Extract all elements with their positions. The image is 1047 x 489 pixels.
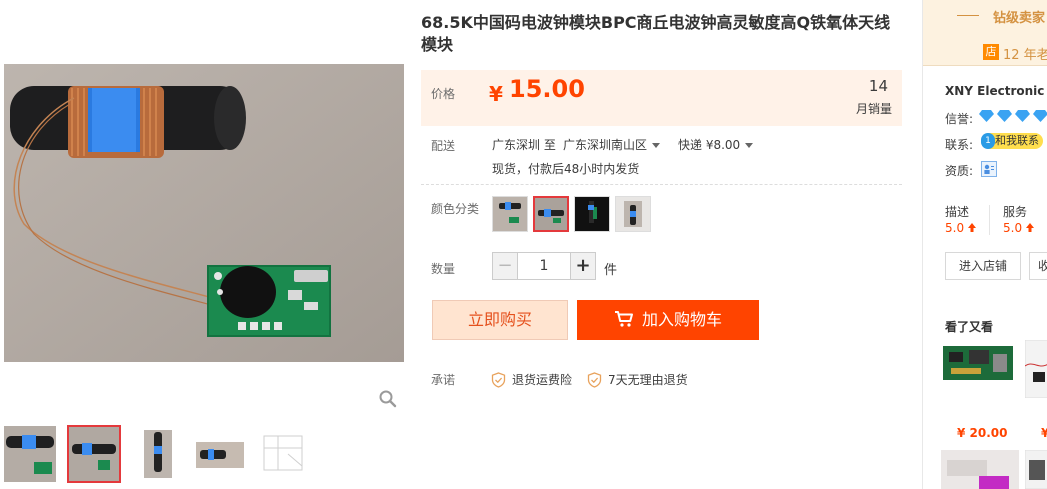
quantity-unit: 件: [604, 263, 618, 278]
shipping-origin: 广东深圳 至: [492, 138, 556, 152]
thumbnail-2[interactable]: [67, 425, 121, 483]
shield-check-icon: [491, 371, 506, 388]
shop-years: 12 年老: [1003, 48, 1047, 63]
contact-label: 联系:: [945, 138, 974, 152]
cart-icon: [614, 310, 633, 327]
arrow-up-icon: [1025, 223, 1034, 232]
score-value-service-text: 5.0: [1003, 221, 1023, 235]
qualification-label: 资质:: [945, 164, 974, 178]
chevron-down-icon: [745, 143, 754, 148]
chat-icon: 1: [981, 133, 995, 149]
contact-seller-button[interactable]: 1 和我联系: [981, 133, 1043, 149]
contact-seller-label: 和我联系: [995, 134, 1039, 147]
shipping-note: 现货，付款后48小时内发货: [492, 162, 640, 176]
see-also-heading: 看了又看: [945, 320, 994, 334]
credit-label: 信誉:: [945, 112, 974, 126]
promise-7day-return-text: 7天无理由退货: [608, 373, 688, 387]
quantity-label: 数量: [431, 262, 456, 276]
quantity-stepper: − 1 +: [492, 252, 596, 280]
recommended-item-image[interactable]: [941, 450, 1019, 489]
monthly-sales-count: 14: [868, 77, 888, 95]
credit-diamonds: [979, 110, 1047, 125]
add-to-cart-label: 加入购物车: [641, 310, 722, 329]
score-value-service: 5.0: [1003, 221, 1034, 235]
recommended-item-price: ¥ 20.00: [957, 426, 1008, 440]
buy-now-button[interactable]: 立即购买: [432, 300, 568, 340]
thumbnail-1[interactable]: [4, 426, 56, 482]
shipping-label: 配送: [431, 139, 456, 153]
promise-freight-insurance-text: 退货运费险: [512, 373, 573, 387]
shipping-method-text: 快递 ¥8.00: [678, 138, 741, 152]
score-value-desc: 5.0: [945, 221, 976, 235]
diamond-rating-icon: [979, 110, 1047, 122]
promise-7day-return[interactable]: 7天无理由退货: [587, 371, 688, 389]
price-label: 价格: [431, 87, 456, 101]
recommended-item-image[interactable]: [1025, 340, 1047, 398]
divider: [989, 205, 990, 235]
store-badge: 店: [983, 44, 999, 60]
recommended-item-price: ¥: [1041, 426, 1047, 440]
chevron-down-icon: [652, 143, 661, 148]
recommended-item-image[interactable]: [1025, 450, 1047, 489]
zoom-icon[interactable]: [378, 389, 398, 409]
add-to-cart-button[interactable]: 加入购物车: [577, 300, 759, 340]
shop-header: 钻级卖家 店 12 年老: [923, 0, 1047, 66]
score-label-desc: 描述: [945, 205, 970, 219]
color-option-2[interactable]: [533, 196, 569, 232]
collect-shop-button[interactable]: 收: [1029, 252, 1047, 280]
price-value: 15.00: [509, 75, 585, 103]
product-title: 68.5K中国码电波钟模块BPC商丘电波钟高灵敏度高Q铁氧体天线模块: [421, 13, 891, 54]
seller-rank: 钻级卖家: [993, 11, 1046, 26]
score-label-service: 服务: [1003, 205, 1028, 219]
arrow-up-icon: [967, 223, 976, 232]
qualification-icon[interactable]: [981, 161, 997, 177]
shipping-destination-text: 广东深圳南山区: [563, 138, 648, 152]
shop-panel: 钻级卖家 店 12 年老 XNY Electronic 信誉: 联系: 1 和我联…: [922, 0, 1047, 489]
promise-freight-insurance[interactable]: 退货运费险: [491, 371, 572, 389]
shield-check-icon: [587, 371, 602, 388]
thumbnail-5[interactable]: [258, 426, 310, 482]
thumbnail-3[interactable]: [132, 426, 184, 482]
color-label: 颜色分类: [431, 202, 480, 216]
quantity-decrease-button[interactable]: −: [492, 252, 518, 280]
monthly-sales-label: 月销量: [855, 102, 892, 116]
price-currency: ¥: [489, 82, 503, 106]
divider: [421, 184, 902, 185]
shipping-destination-select[interactable]: 广东深圳南山区: [563, 136, 661, 153]
main-product-image[interactable]: [4, 64, 404, 362]
color-option-1[interactable]: [492, 196, 528, 232]
recommended-item-image[interactable]: [941, 338, 1015, 388]
color-option-4[interactable]: [615, 196, 651, 232]
thumbnail-strip: [4, 425, 314, 486]
shop-name[interactable]: XNY Electronic: [945, 84, 1044, 98]
quantity-increase-button[interactable]: +: [570, 252, 596, 280]
score-value-desc-text: 5.0: [945, 221, 965, 235]
promise-label: 承诺: [431, 373, 456, 387]
divider: [957, 15, 979, 16]
quantity-input[interactable]: 1: [518, 252, 570, 280]
enter-shop-button[interactable]: 进入店铺: [945, 252, 1021, 280]
color-option-3[interactable]: [574, 196, 610, 232]
price-box: 价格 ¥ 15.00 14 月销量: [421, 70, 902, 126]
shipping-method-select[interactable]: 快递 ¥8.00: [678, 136, 754, 153]
thumbnail-4[interactable]: [194, 426, 246, 482]
